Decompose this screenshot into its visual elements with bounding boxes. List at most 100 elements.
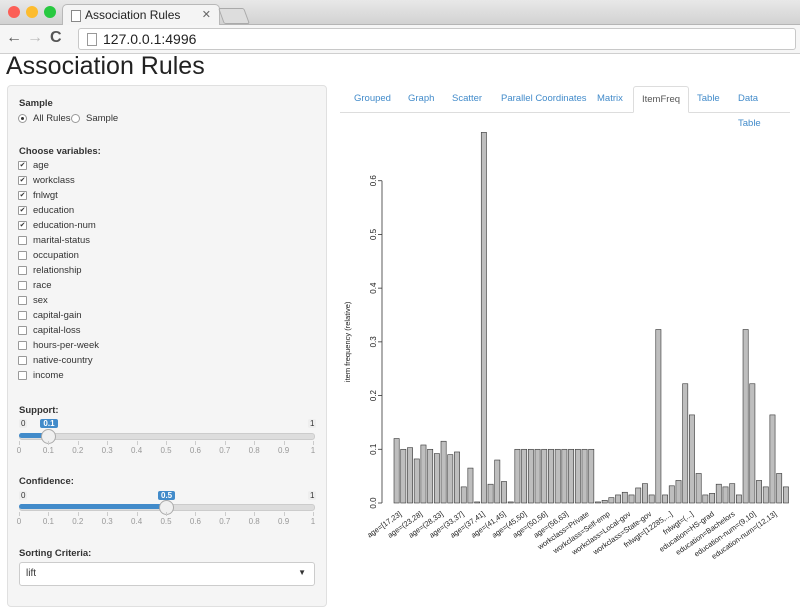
slider-tick xyxy=(166,512,167,516)
variable-option-education[interactable]: ✔ education xyxy=(18,203,74,217)
url-bar[interactable]: 127.0.0.1:4996 xyxy=(78,28,796,50)
checkbox-icon[interactable] xyxy=(18,235,27,245)
variable-option-workclass[interactable]: ✔ workclass xyxy=(18,173,75,187)
variable-option-capital-gain[interactable]: capital-gain xyxy=(18,308,82,322)
tab-parallel-coordinates[interactable]: Parallel Coordinates xyxy=(493,86,595,111)
support-min: 0 xyxy=(19,419,28,428)
checkbox-icon[interactable] xyxy=(18,340,27,350)
variable-option-hours-per-week[interactable]: hours-per-week xyxy=(18,338,99,352)
variable-option-income[interactable]: income xyxy=(18,368,64,382)
minimize-window-icon[interactable] xyxy=(26,6,38,18)
slider-tick xyxy=(48,441,50,445)
radio-icon[interactable] xyxy=(18,113,27,123)
sample-option-all-rules[interactable]: All Rules xyxy=(18,111,71,125)
chevron-down-icon: ▼ xyxy=(298,568,306,577)
bar xyxy=(588,448,595,504)
slider-tick xyxy=(224,512,226,516)
checkbox-checked-icon[interactable]: ✔ xyxy=(18,205,27,215)
support-slider-track[interactable] xyxy=(19,433,315,440)
checkbox-icon[interactable] xyxy=(18,370,27,380)
variable-option-native-country[interactable]: native-country xyxy=(18,353,93,367)
sample-option-sample[interactable]: Sample xyxy=(71,111,118,125)
browser-tab[interactable]: Association Rules ✕ xyxy=(62,4,220,25)
zoom-window-icon[interactable] xyxy=(44,6,56,18)
back-icon[interactable]: ← xyxy=(6,29,22,47)
variable-option-fnlwgt[interactable]: ✔ fnlwgt xyxy=(18,188,58,202)
bar xyxy=(541,448,548,504)
radio-icon[interactable] xyxy=(71,113,80,123)
browser-toolbar: ← → C 127.0.0.1:4996 xyxy=(0,25,800,54)
variable-option-sex[interactable]: sex xyxy=(18,293,48,307)
sorting-select[interactable]: lift ▼ xyxy=(19,562,315,586)
y-tick-label: 0.4 xyxy=(369,282,378,294)
sorting-value: lift xyxy=(26,568,36,579)
bar xyxy=(601,500,608,504)
bar xyxy=(648,494,655,504)
bar xyxy=(709,493,715,504)
variable-label: race xyxy=(33,279,52,291)
support-label: Support: xyxy=(19,405,59,416)
tab-table[interactable]: Table xyxy=(689,86,728,111)
bar xyxy=(621,491,628,504)
forward-icon[interactable]: → xyxy=(27,29,43,47)
slider-tick-label: 0.7 xyxy=(219,446,231,455)
bar xyxy=(440,440,447,504)
checkbox-icon[interactable] xyxy=(18,250,27,260)
checkbox-icon[interactable] xyxy=(18,355,27,365)
bar xyxy=(574,448,581,504)
tab-matrix[interactable]: Matrix xyxy=(589,86,631,111)
slider-tick xyxy=(254,512,256,516)
tab-close-icon[interactable]: ✕ xyxy=(202,5,211,25)
tab-grouped[interactable]: Grouped xyxy=(346,86,399,111)
y-tick-label: 0.2 xyxy=(369,389,378,401)
variable-option-age[interactable]: ✔ age xyxy=(18,158,49,172)
reload-icon[interactable]: C xyxy=(50,29,62,47)
slider-tick xyxy=(254,441,256,445)
confidence-max: 1 xyxy=(308,491,317,500)
checkbox-checked-icon[interactable]: ✔ xyxy=(18,175,27,185)
variable-option-race[interactable]: race xyxy=(18,278,51,292)
tab-itemfreq[interactable]: ItemFreq xyxy=(633,86,690,113)
tab-scatter[interactable]: Scatter xyxy=(444,86,490,111)
checkbox-checked-icon[interactable]: ✔ xyxy=(18,220,27,230)
close-window-icon[interactable] xyxy=(8,6,20,18)
checkbox-checked-icon[interactable]: ✔ xyxy=(18,160,27,170)
variable-label: fnlwgt xyxy=(33,189,58,201)
slider-tick xyxy=(195,512,197,516)
bar xyxy=(608,497,615,504)
confidence-slider-fill xyxy=(19,504,166,509)
support-ticks: 0 0.1 0.2 0.3 0.4 0.5 0.6 0.7 0.8 0.9 1 xyxy=(17,441,315,455)
bar xyxy=(407,447,413,504)
slider-tick-label: 0.9 xyxy=(278,517,290,526)
bar xyxy=(595,501,601,504)
bar xyxy=(554,448,561,504)
bar xyxy=(628,494,635,504)
checkbox-checked-icon[interactable]: ✔ xyxy=(18,190,27,200)
tab-data-table[interactable]: Data Table xyxy=(730,86,790,129)
variable-label: education-num xyxy=(33,219,96,231)
bar xyxy=(635,487,642,504)
y-tick-label: 0.1 xyxy=(369,443,378,455)
checkbox-icon[interactable] xyxy=(18,295,27,305)
variable-label: capital-loss xyxy=(33,324,81,336)
bar xyxy=(729,483,736,504)
variable-option-occupation[interactable]: occupation xyxy=(18,248,79,262)
tab-graph[interactable]: Graph xyxy=(400,86,442,111)
variable-option-marital-status[interactable]: marital-status xyxy=(18,233,90,247)
variable-option-capital-loss[interactable]: capital-loss xyxy=(18,323,81,337)
bar xyxy=(527,448,534,504)
checkbox-icon[interactable] xyxy=(18,280,27,290)
confidence-ticks: 0 0.1 0.2 0.3 0.4 0.5 0.6 0.7 0.8 0.9 1 xyxy=(17,512,315,526)
new-tab-button[interactable] xyxy=(218,8,250,24)
slider-tick xyxy=(48,512,50,516)
variable-option-relationship[interactable]: relationship xyxy=(18,263,82,277)
variable-option-education-num[interactable]: ✔ education-num xyxy=(18,218,96,232)
checkbox-icon[interactable] xyxy=(18,310,27,320)
bar xyxy=(736,494,742,504)
slider-tick-label: 0.2 xyxy=(72,446,84,455)
checkbox-icon[interactable] xyxy=(18,265,27,275)
y-axis-label: item frequency (relative) xyxy=(343,301,352,382)
slider-tick-label: 0.1 xyxy=(42,446,54,455)
y-tick-label: 0.3 xyxy=(369,336,378,348)
checkbox-icon[interactable] xyxy=(18,325,27,335)
